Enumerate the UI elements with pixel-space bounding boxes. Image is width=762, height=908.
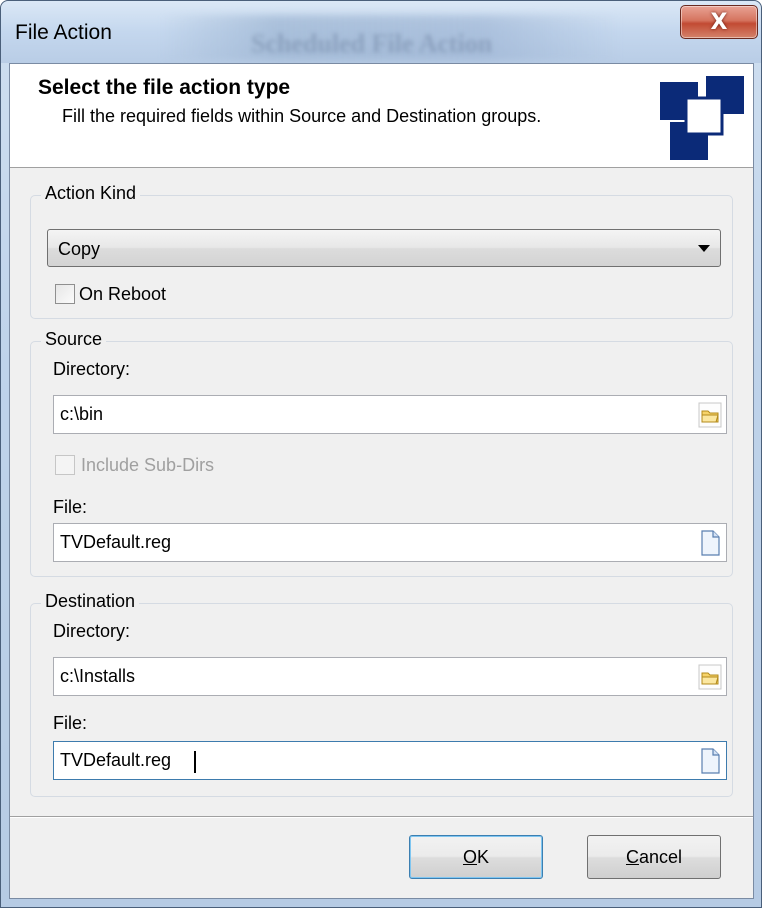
source-directory-input[interactable] <box>54 396 690 433</box>
destination-directory-input[interactable] <box>54 658 690 695</box>
source-directory-field[interactable] <box>53 395 727 434</box>
close-button[interactable]: X <box>680 5 758 39</box>
destination-file-input[interactable] <box>54 742 690 779</box>
file-action-dialog: Scheduled File Action File Action X Sele… <box>0 0 762 908</box>
blue-squares-logo-icon <box>660 76 744 160</box>
header-subtitle: Fill the required fields within Source a… <box>62 106 542 126</box>
destination-file-field[interactable] <box>53 741 727 780</box>
close-icon: X <box>710 9 728 35</box>
background-window-title: Scheduled File Action <box>251 29 493 58</box>
on-reboot-label[interactable]: On Reboot <box>79 284 166 305</box>
ok-label-rest: K <box>477 846 490 867</box>
source-group: Source Directory: Include Sub-Dirs File: <box>30 329 733 577</box>
cancel-button[interactable]: Cancel <box>587 835 721 879</box>
cancel-label-rest: ancel <box>638 846 683 867</box>
destination-directory-label: Directory: <box>53 621 131 641</box>
document-icon[interactable] <box>698 748 722 774</box>
ok-button[interactable]: OK <box>409 835 543 879</box>
include-subdirs-checkbox[interactable] <box>55 455 75 475</box>
destination-group-label: Destination <box>41 591 140 612</box>
dialog-client-area: Select the file action type Fill the req… <box>9 63 754 899</box>
destination-group: Destination Directory: File: <box>30 591 733 797</box>
chevron-down-icon <box>698 245 710 252</box>
action-kind-group: Action Kind Copy On Reboot <box>30 183 733 319</box>
destination-directory-field[interactable] <box>53 657 727 696</box>
footer-separator <box>10 816 753 818</box>
ok-mnemonic: O <box>462 846 477 867</box>
action-kind-group-label: Action Kind <box>41 183 141 204</box>
action-kind-selected-value: Copy <box>58 239 101 259</box>
document-icon[interactable] <box>698 530 722 556</box>
source-directory-label: Directory: <box>53 359 131 379</box>
on-reboot-checkbox[interactable] <box>55 284 75 304</box>
action-kind-dropdown[interactable]: Copy <box>47 229 721 267</box>
cancel-mnemonic: C <box>625 846 639 867</box>
folder-open-icon[interactable] <box>698 664 722 690</box>
source-file-field[interactable] <box>53 523 727 562</box>
text-caret <box>194 751 196 773</box>
source-file-input[interactable] <box>54 524 690 561</box>
header-title: Select the file action type <box>38 76 291 99</box>
source-file-label: File: <box>53 497 88 517</box>
dialog-header: Select the file action type Fill the req… <box>10 64 753 168</box>
title-bar[interactable]: Scheduled File Action File Action X <box>1 1 761 63</box>
destination-file-label: File: <box>53 713 88 733</box>
source-group-label: Source <box>41 329 107 350</box>
window-title: File Action <box>15 21 112 44</box>
include-subdirs-label[interactable]: Include Sub-Dirs <box>81 455 214 476</box>
folder-open-icon[interactable] <box>698 402 722 428</box>
